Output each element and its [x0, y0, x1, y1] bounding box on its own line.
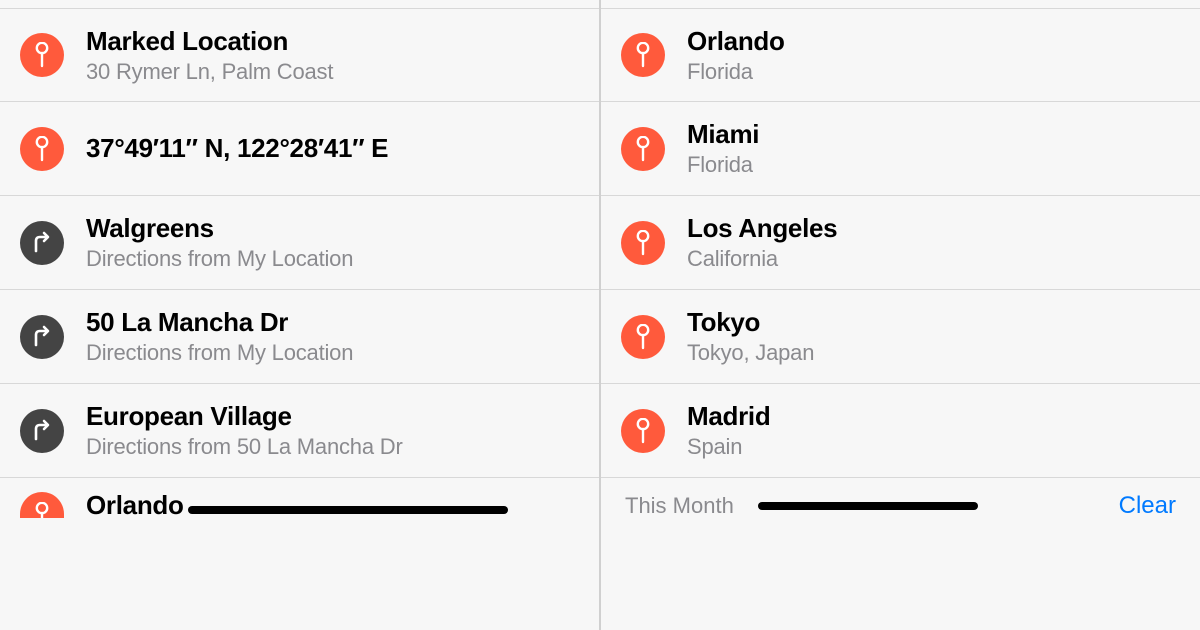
- list-item[interactable]: Walgreens Directions from My Location: [0, 196, 599, 290]
- item-subtitle: Florida: [687, 152, 759, 178]
- list-item[interactable]: 50 La Mancha Dr Directions from My Locat…: [0, 290, 599, 384]
- item-title: European Village: [86, 401, 403, 432]
- item-subtitle: California: [687, 246, 837, 272]
- section-footer: This Month Clear: [601, 478, 1200, 522]
- item-title: Los Angeles: [687, 213, 837, 244]
- item-subtitle: Directions from My Location: [86, 246, 353, 272]
- item-title: Orlando: [86, 490, 184, 518]
- item-text: Tokyo Tokyo, Japan: [687, 307, 814, 366]
- item-text: Orlando Florida: [687, 26, 785, 85]
- pin-icon: [621, 315, 665, 359]
- item-title: Marked Location: [86, 26, 333, 57]
- item-text: Miami Florida: [687, 119, 759, 178]
- list-item[interactable]: Miami Florida: [601, 102, 1200, 196]
- item-subtitle: Tokyo, Japan: [687, 340, 814, 366]
- item-text: Walgreens Directions from My Location: [86, 213, 353, 272]
- list-item[interactable]: Orlando Florida: [601, 8, 1200, 102]
- home-indicator: [758, 502, 978, 510]
- item-text: European Village Directions from 50 La M…: [86, 401, 403, 460]
- item-subtitle: Directions from My Location: [86, 340, 353, 366]
- list-item[interactable]: Marked Location 30 Rymer Ln, Palm Coast: [0, 8, 599, 102]
- clear-button[interactable]: Clear: [1119, 492, 1176, 520]
- item-subtitle: 30 Rymer Ln, Palm Coast: [86, 59, 333, 85]
- directions-icon: [20, 221, 64, 265]
- list-item[interactable]: Madrid Spain: [601, 384, 1200, 478]
- item-subtitle: Florida: [687, 59, 785, 85]
- item-subtitle: Spain: [687, 434, 770, 460]
- item-title: Miami: [687, 119, 759, 150]
- left-panel: Marked Location 30 Rymer Ln, Palm Coast …: [0, 0, 601, 630]
- item-text: Orlando: [86, 490, 508, 518]
- item-title: Tokyo: [687, 307, 814, 338]
- pin-icon: [20, 127, 64, 171]
- pin-icon: [20, 492, 64, 518]
- item-title: Madrid: [687, 401, 770, 432]
- item-text: 50 La Mancha Dr Directions from My Locat…: [86, 307, 353, 366]
- item-text: Madrid Spain: [687, 401, 770, 460]
- list-item[interactable]: European Village Directions from 50 La M…: [0, 384, 599, 478]
- pin-icon: [621, 221, 665, 265]
- item-title: Walgreens: [86, 213, 353, 244]
- item-subtitle: Directions from 50 La Mancha Dr: [86, 434, 403, 460]
- right-panel: Orlando Florida Miami Florida Los Angele…: [601, 0, 1200, 630]
- directions-icon: [20, 315, 64, 359]
- list-item[interactable]: Los Angeles California: [601, 196, 1200, 290]
- item-title: Orlando: [687, 26, 785, 57]
- pin-icon: [621, 33, 665, 77]
- directions-icon: [20, 409, 64, 453]
- item-title: 50 La Mancha Dr: [86, 307, 353, 338]
- item-text: Marked Location 30 Rymer Ln, Palm Coast: [86, 26, 333, 85]
- item-text: Los Angeles California: [687, 213, 837, 272]
- section-header-label: This Month: [625, 493, 734, 519]
- item-text: 37°49′11″ N, 122°28′41″ E: [86, 133, 388, 164]
- recents-list-right: Orlando Florida Miami Florida Los Angele…: [601, 0, 1200, 522]
- pin-icon: [621, 409, 665, 453]
- list-item[interactable]: Tokyo Tokyo, Japan: [601, 290, 1200, 384]
- list-item-partial[interactable]: Orlando: [0, 478, 599, 518]
- pin-icon: [20, 33, 64, 77]
- home-indicator: [188, 506, 508, 514]
- recents-list-left: Marked Location 30 Rymer Ln, Palm Coast …: [0, 0, 599, 518]
- pin-icon: [621, 127, 665, 171]
- list-item[interactable]: 37°49′11″ N, 122°28′41″ E: [0, 102, 599, 196]
- item-title: 37°49′11″ N, 122°28′41″ E: [86, 133, 388, 164]
